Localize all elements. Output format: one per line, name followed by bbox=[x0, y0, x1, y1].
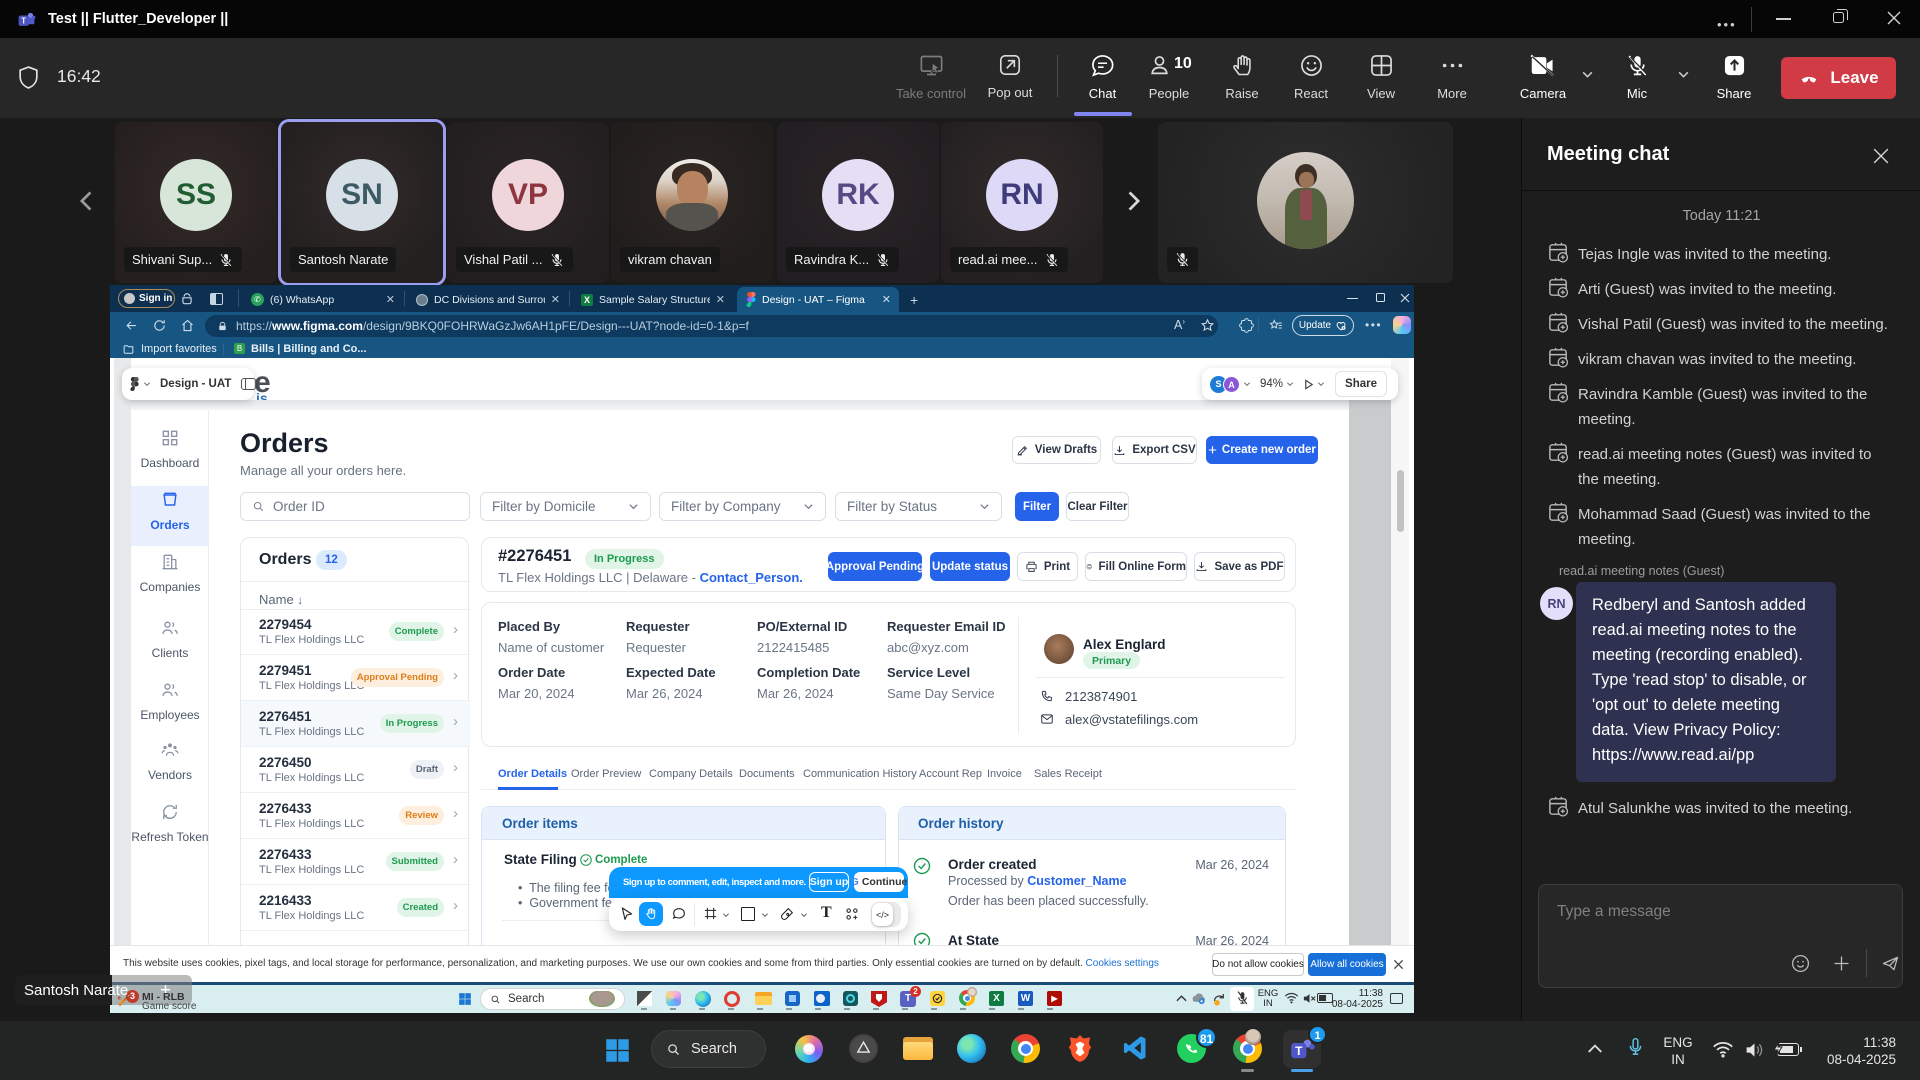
svg-text:T: T bbox=[1295, 1044, 1303, 1058]
svg-text:T: T bbox=[21, 16, 26, 25]
